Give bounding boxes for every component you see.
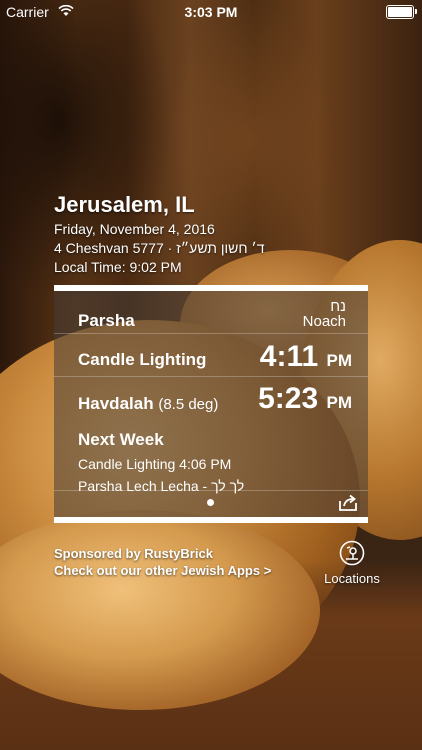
city-title: Jerusalem, IL xyxy=(54,192,195,217)
havdalah-label: Havdalah (8.5 deg) xyxy=(78,394,218,414)
hebrew-date: 4 Cheshvan 5777 · ד׳ חשון תשע״ז xyxy=(54,240,265,256)
parsha-row: Parsha נח Noach xyxy=(54,291,368,334)
sponsor-line: Sponsored by RustyBrick xyxy=(54,546,213,561)
status-time: 3:03 PM xyxy=(184,4,238,20)
parsha-label: Parsha xyxy=(78,311,135,330)
battery-icon xyxy=(386,5,417,19)
candle-lighting-label: Candle Lighting xyxy=(78,350,207,369)
havdalah-time-value: 5:23 xyxy=(258,382,319,415)
share-icon[interactable] xyxy=(338,494,358,512)
candle-lighting-row: Candle Lighting 4:11 PM xyxy=(54,334,368,377)
page-indicator-dot[interactable] xyxy=(207,499,214,506)
candle-time-ampm: PM xyxy=(326,351,353,370)
havdalah-label-text: Havdalah xyxy=(78,394,154,413)
parsha-value: נח Noach xyxy=(303,299,346,329)
next-week-candle: Candle Lighting 4:06 PM xyxy=(78,456,232,472)
havdalah-time: 5:23 PM xyxy=(258,382,352,416)
gregorian-date: Friday, November 4, 2016 xyxy=(54,221,215,237)
havdalah-time-ampm: PM xyxy=(326,393,353,412)
panel-footer xyxy=(54,490,368,517)
next-week-title: Next Week xyxy=(78,430,164,449)
other-apps-link[interactable]: Check out our other Jewish Apps > xyxy=(54,562,271,579)
local-time: Local Time: 9:02 PM xyxy=(54,259,182,275)
parsha-hebrew: נח xyxy=(330,298,346,315)
locations-button[interactable]: Locations xyxy=(320,540,384,586)
candle-lighting-time: 4:11 PM xyxy=(260,340,352,374)
havdalah-degrees: (8.5 deg) xyxy=(158,396,219,413)
shabbat-times-panel[interactable]: Parsha נח Noach Candle Lighting 4:11 PM … xyxy=(54,285,368,523)
sponsor-link[interactable]: Sponsored by RustyBrick Check out our ot… xyxy=(54,545,271,579)
parsha-name: Noach xyxy=(302,313,346,330)
location-pin-icon xyxy=(339,540,365,566)
location-header: Jerusalem, IL Friday, November 4, 2016 4… xyxy=(54,192,374,275)
next-week-section: Next Week Candle Lighting 4:06 PM Parsha… xyxy=(78,430,348,494)
havdalah-row: Havdalah (8.5 deg) 5:23 PM xyxy=(54,377,368,421)
candle-time-value: 4:11 xyxy=(259,340,319,373)
status-bar: Carrier 3:03 PM xyxy=(0,0,422,24)
locations-label: Locations xyxy=(324,571,380,586)
